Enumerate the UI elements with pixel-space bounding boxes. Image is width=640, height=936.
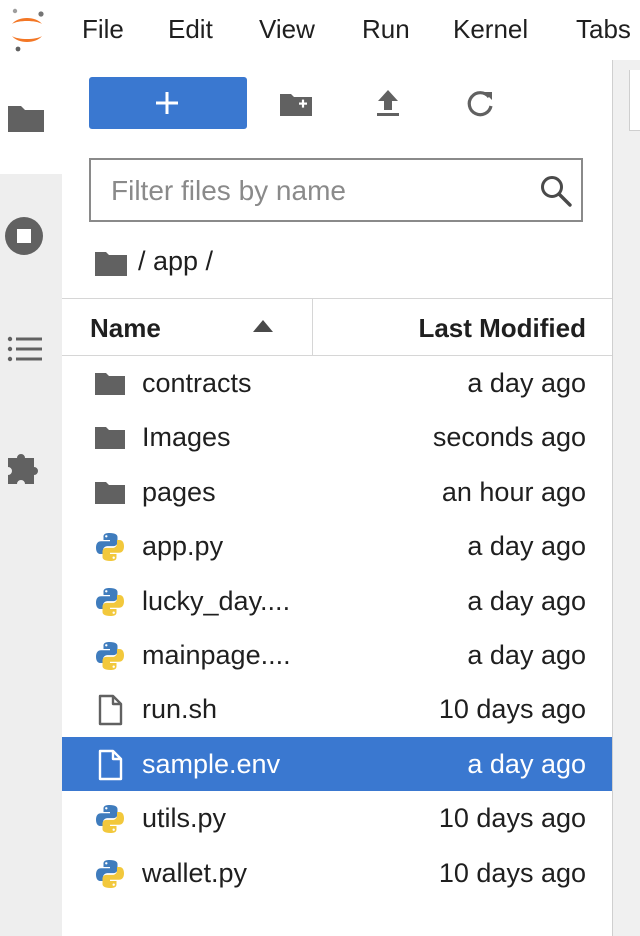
menu-tabs[interactable]: Tabs — [576, 14, 631, 45]
sort-ascending-icon — [253, 320, 273, 332]
file-browser-panel: / app / Name Last Modified contracts a d… — [62, 60, 612, 936]
file-name: lucky_day.... — [142, 585, 291, 616]
file-last-modified: 10 days ago — [438, 694, 586, 725]
folder-icon — [95, 373, 125, 395]
menu-view[interactable]: View — [259, 14, 315, 45]
file-row[interactable]: contracts a day ago — [62, 356, 612, 410]
menu-file[interactable]: File — [82, 14, 124, 45]
refresh-icon[interactable] — [460, 84, 500, 124]
python-file-icon — [96, 641, 124, 670]
folder-icon — [95, 481, 125, 504]
menu-bar: File Edit View Run Kernel Tabs — [0, 0, 640, 61]
file-name: sample.env — [142, 748, 281, 779]
file-name: run.sh — [142, 694, 218, 725]
python-file-icon — [96, 805, 124, 834]
file-last-modified: 10 days ago — [438, 857, 586, 888]
file-row-selected[interactable]: sample.env a day ago — [62, 736, 612, 792]
file-row[interactable]: Images seconds ago — [62, 410, 612, 464]
column-header-last-modified[interactable]: Last Modified — [418, 313, 586, 344]
file-name: pages — [142, 476, 216, 507]
file-name: utils.py — [142, 803, 227, 834]
menu-kernel[interactable]: Kernel — [453, 14, 528, 45]
breadcrumb-path[interactable]: / app / — [138, 246, 213, 277]
python-file-icon — [96, 587, 124, 616]
activity-tab-file-browser[interactable] — [0, 60, 62, 174]
activity-bar — [0, 60, 63, 936]
file-last-modified: a day ago — [467, 585, 586, 616]
file-row[interactable]: run.sh 10 days ago — [62, 682, 612, 736]
file-row[interactable]: lucky_day.... a day ago — [62, 574, 612, 628]
file-name: wallet.py — [142, 857, 248, 888]
new-folder-icon[interactable] — [276, 84, 316, 124]
filter-files-input[interactable] — [109, 170, 523, 212]
file-last-modified: a day ago — [467, 639, 586, 670]
file-row[interactable]: wallet.py 10 days ago — [62, 846, 612, 900]
file-list-header: Name Last Modified — [62, 298, 612, 356]
file-name: contracts — [142, 368, 252, 398]
file-name: app.py — [142, 531, 224, 562]
file-row[interactable]: mainpage.... a day ago — [62, 628, 612, 682]
file-last-modified: an hour ago — [441, 476, 586, 507]
new-launcher-button[interactable] — [89, 77, 247, 129]
file-row[interactable]: utils.py 10 days ago — [62, 791, 612, 845]
column-header-name[interactable]: Name — [90, 313, 161, 344]
running-stop-icon[interactable] — [4, 216, 44, 256]
search-icon — [541, 176, 572, 207]
file-row[interactable]: app.py a day ago — [62, 519, 612, 573]
extension-puzzle-icon[interactable] — [4, 446, 44, 486]
file-last-modified: a day ago — [467, 748, 586, 779]
file-last-modified: seconds ago — [432, 422, 586, 453]
generic-file-icon — [98, 695, 123, 726]
plus-icon — [156, 92, 178, 114]
file-list: contracts a day ago Images seconds ago p… — [62, 356, 612, 900]
column-divider[interactable] — [312, 299, 313, 355]
main-tab-edge[interactable] — [629, 70, 640, 131]
filter-files-field — [89, 158, 583, 222]
table-of-contents-icon[interactable] — [6, 330, 46, 370]
python-file-icon — [96, 533, 124, 562]
file-name: mainpage.... — [142, 639, 291, 670]
folder-icon — [8, 106, 44, 132]
menu-edit[interactable]: Edit — [168, 14, 213, 45]
file-row[interactable]: pages an hour ago — [62, 465, 612, 519]
file-name: Images — [142, 422, 231, 453]
file-last-modified: a day ago — [467, 531, 586, 562]
jupyter-logo-icon[interactable] — [8, 6, 46, 54]
folder-icon — [95, 427, 125, 450]
python-file-icon — [96, 859, 124, 888]
main-area-edge — [612, 60, 640, 936]
upload-icon[interactable] — [368, 84, 408, 124]
menu-run[interactable]: Run — [362, 14, 410, 45]
file-last-modified: 10 days ago — [438, 803, 586, 834]
generic-file-icon — [98, 749, 123, 780]
home-folder-icon[interactable] — [94, 248, 128, 278]
file-last-modified: a day ago — [467, 368, 586, 398]
